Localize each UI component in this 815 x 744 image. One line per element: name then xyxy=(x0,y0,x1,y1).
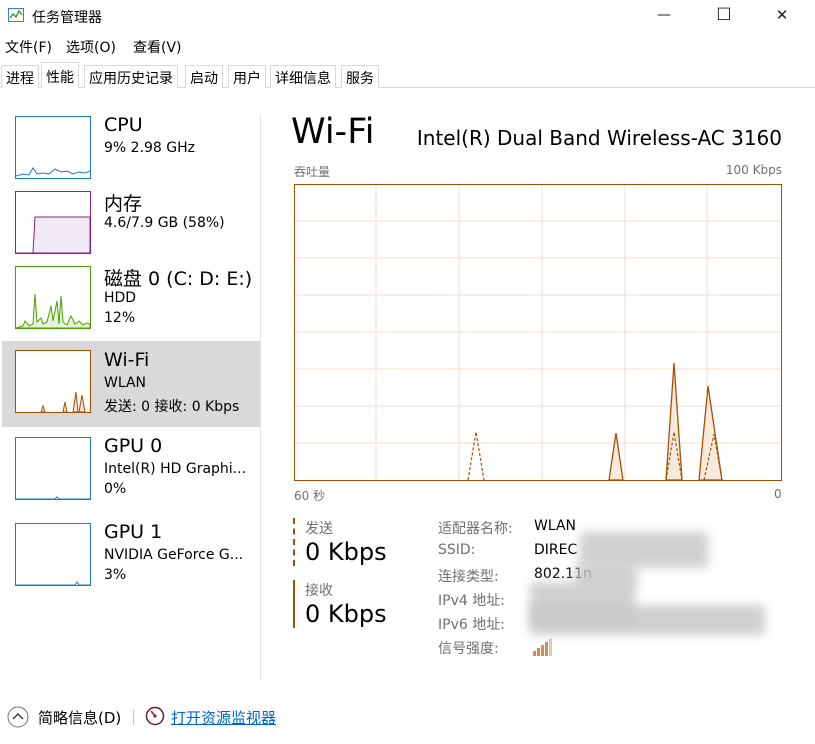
tab-app-history[interactable]: 应用历史记录 xyxy=(84,65,178,88)
sidebar-divider xyxy=(260,115,261,680)
info-key-signal: 信号强度: xyxy=(438,641,499,657)
redacted-ipv6 xyxy=(530,605,765,635)
graph-time-right: 0 xyxy=(774,487,782,501)
sidebar-item-gpu1[interactable]: GPU 1 NVIDIA GeForce G... 3% xyxy=(2,516,260,602)
sidebar-item-wifi[interactable]: Wi-Fi WLAN 发送: 0 接收: 0 Kbps xyxy=(2,341,260,427)
sidebar-item-detail: 9% 2.98 GHz xyxy=(104,140,196,156)
memory-thumbnail-graph xyxy=(15,191,91,254)
graph-time-left: 60 秒 xyxy=(294,489,326,503)
chevron-up-icon[interactable] xyxy=(7,706,29,728)
sidebar-item-usage: 0% xyxy=(104,481,127,497)
footer: 简略信息(D) 打开资源监视器 xyxy=(0,700,815,744)
sidebar-item-name: 磁盘 0 (C: D: E:) xyxy=(104,268,253,290)
sidebar-item-name: 内存 xyxy=(104,193,143,215)
tab-strip: 进程 性能 应用历史记录 启动 用户 详细信息 服务 xyxy=(0,62,815,89)
send-label: 发送 xyxy=(305,521,333,537)
send-indicator xyxy=(293,518,295,566)
receive-indicator xyxy=(293,580,295,628)
gpu1-thumbnail-graph xyxy=(15,523,91,586)
menu-file[interactable]: 文件(F) xyxy=(5,37,52,57)
sidebar-item-usage: 12% xyxy=(104,310,136,326)
receive-value: 0 Kbps xyxy=(305,600,387,628)
open-resource-monitor-link[interactable]: 打开资源监视器 xyxy=(171,707,276,728)
wifi-thumbnail-graph xyxy=(15,350,91,413)
close-icon: ✕ xyxy=(775,6,789,24)
tab-users[interactable]: 用户 xyxy=(228,65,266,88)
sidebar-item-name: GPU 1 xyxy=(104,521,163,543)
tab-services[interactable]: 服务 xyxy=(341,65,379,88)
maximize-icon: ☐ xyxy=(716,5,732,25)
minimize-button[interactable]: — xyxy=(641,0,687,30)
sidebar-item-gpu0[interactable]: GPU 0 Intel(R) HD Graphi... 0% xyxy=(2,430,260,516)
sidebar-item-throughput: 发送: 0 接收: 0 Kbps xyxy=(104,399,240,415)
sidebar-item-cpu[interactable]: CPU 9% 2.98 GHz xyxy=(2,109,260,195)
close-button[interactable]: ✕ xyxy=(759,0,805,30)
sidebar-item-detail: WLAN xyxy=(104,375,147,391)
adapter-name: Intel(R) Dual Band Wireless-AC 3160 xyxy=(416,126,782,150)
page-title: Wi-Fi xyxy=(291,112,375,152)
sidebar-item-detail: Intel(R) HD Graphi... xyxy=(104,461,247,477)
sidebar-item-name: Wi-Fi xyxy=(104,349,150,371)
info-key-connection-type: 连接类型: xyxy=(438,569,499,585)
tab-startup[interactable]: 启动 xyxy=(185,65,223,88)
title-bar: 任务管理器 — ☐ ✕ xyxy=(0,0,815,32)
graph-max-label: 100 Kbps xyxy=(725,163,782,177)
signal-strength-icon xyxy=(533,639,552,656)
disk-thumbnail-graph xyxy=(15,266,91,329)
tab-processes[interactable]: 进程 xyxy=(1,65,39,88)
menu-view[interactable]: 查看(V) xyxy=(133,37,182,57)
info-key-ipv6: IPv6 地址: xyxy=(438,617,505,633)
sidebar-item-memory[interactable]: 内存 4.6/7.9 GB (58%) xyxy=(2,184,260,270)
window-title: 任务管理器 xyxy=(32,10,102,26)
sidebar-item-disk[interactable]: 磁盘 0 (C: D: E:) HDD 12% xyxy=(2,259,260,345)
fewer-details-button[interactable]: 简略信息(D) xyxy=(38,707,121,728)
minimize-icon: — xyxy=(657,7,671,23)
redacted-ssid xyxy=(580,532,708,568)
resource-monitor-icon xyxy=(145,706,165,726)
tab-performance[interactable]: 性能 xyxy=(41,62,79,89)
info-key-ssid: SSID: xyxy=(438,542,476,558)
sidebar-item-name: GPU 0 xyxy=(104,435,163,457)
receive-label: 接收 xyxy=(305,583,333,599)
sidebar-item-detail: NVIDIA GeForce G... xyxy=(104,547,244,563)
cpu-thumbnail-graph xyxy=(15,116,91,179)
footer-divider xyxy=(133,709,134,725)
throughput-graph xyxy=(294,184,782,481)
info-key-ipv4: IPv4 地址: xyxy=(438,593,505,609)
tab-details[interactable]: 详细信息 xyxy=(270,65,336,88)
sidebar-item-usage: 3% xyxy=(104,567,127,583)
info-value-adapter: WLAN xyxy=(534,518,577,534)
sidebar-item-name: CPU xyxy=(104,114,143,136)
info-key-adapter: 适配器名称: xyxy=(438,521,513,537)
send-value: 0 Kbps xyxy=(305,538,387,566)
info-value-ssid: DIREC xyxy=(534,542,578,558)
gpu0-thumbnail-graph xyxy=(15,437,91,500)
graph-label: 吞吐量 xyxy=(294,165,331,179)
menu-options[interactable]: 选项(O) xyxy=(66,37,116,57)
maximize-button[interactable]: ☐ xyxy=(701,0,747,30)
sidebar-item-detail: HDD xyxy=(104,290,137,306)
sidebar-item-detail: 4.6/7.9 GB (58%) xyxy=(104,215,225,231)
task-manager-icon xyxy=(8,8,24,22)
